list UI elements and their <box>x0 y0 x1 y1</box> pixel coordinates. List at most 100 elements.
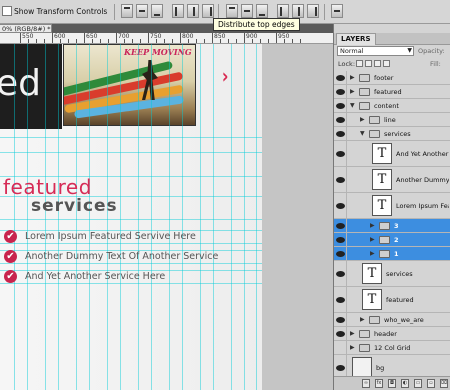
collapse-triangle-icon[interactable]: ▼ <box>350 102 355 109</box>
vertical-guide[interactable] <box>107 44 108 390</box>
align-top-edges-icon[interactable] <box>121 4 133 18</box>
vertical-guide[interactable] <box>45 44 46 390</box>
visibility-toggle[interactable] <box>334 287 347 312</box>
layer-row[interactable]: ▶ header <box>334 327 450 341</box>
visibility-toggle[interactable] <box>334 313 347 326</box>
visibility-toggle[interactable] <box>334 261 347 286</box>
layer-row[interactable]: T Another Dummy Text... <box>334 167 450 193</box>
distribute-bottom-edges-icon[interactable] <box>256 4 268 18</box>
distribute-right-edges-icon[interactable] <box>307 4 319 18</box>
collapse-triangle-icon[interactable]: ▼ <box>360 130 365 137</box>
auto-align-layers-icon[interactable] <box>331 4 343 18</box>
canvas[interactable]: ed KEEP MOVING › featured services ✔ Lor… <box>0 44 262 390</box>
expand-triangle-icon[interactable]: ▶ <box>350 88 355 95</box>
visibility-toggle[interactable] <box>334 99 347 112</box>
horizontal-guide[interactable] <box>0 219 262 220</box>
horizontal-guide[interactable] <box>0 137 262 138</box>
adjustment-icon[interactable]: ◐ <box>401 379 409 388</box>
layer-row[interactable]: Tservices <box>334 261 450 287</box>
expand-triangle-icon[interactable]: ▶ <box>370 250 375 257</box>
layers-tab[interactable]: LAYERS <box>336 33 376 45</box>
align-horizontal-centers-icon[interactable] <box>187 4 199 18</box>
expand-triangle-icon[interactable]: ▶ <box>350 330 355 337</box>
vertical-guide[interactable] <box>58 44 59 390</box>
layer-row[interactable]: ▼ content <box>334 99 450 113</box>
distribute-left-edges-icon[interactable] <box>277 4 289 18</box>
vertical-guide[interactable] <box>169 44 170 390</box>
trash-icon[interactable]: ⌧ <box>440 379 448 388</box>
layer-row[interactable]: ▶ featured <box>334 85 450 99</box>
fx-icon[interactable]: fx <box>375 379 383 388</box>
horizontal-ruler[interactable]: 550 600 650 700 750 800 850 900 950 <box>0 33 333 44</box>
vertical-guide[interactable] <box>138 44 139 390</box>
visibility-toggle[interactable] <box>334 247 347 260</box>
layer-row[interactable]: ▶ 1 <box>334 247 450 261</box>
layer-row[interactable]: T Lorem Ipsum Feature... <box>334 193 450 219</box>
visibility-toggle[interactable] <box>334 193 347 218</box>
layer-row[interactable]: ▶ 12 Col Grid <box>334 341 450 355</box>
align-bottom-edges-icon[interactable] <box>151 4 163 18</box>
vertical-guide[interactable] <box>14 44 15 390</box>
layer-row[interactable]: ▶ 2 <box>334 233 450 247</box>
new-layer-icon[interactable]: ▫ <box>427 379 435 388</box>
visibility-toggle[interactable] <box>334 167 347 192</box>
vertical-guide[interactable] <box>120 44 121 390</box>
vertical-guide[interactable] <box>182 44 183 390</box>
expand-triangle-icon[interactable]: ▶ <box>370 222 375 229</box>
horizontal-guide[interactable] <box>0 152 262 153</box>
lock-position-icon[interactable] <box>374 60 381 67</box>
expand-triangle-icon[interactable]: ▶ <box>350 74 355 81</box>
mask-icon[interactable]: ◘ <box>388 379 396 388</box>
vertical-guide[interactable] <box>151 44 152 390</box>
visibility-toggle[interactable] <box>334 219 347 232</box>
expand-triangle-icon[interactable]: ▶ <box>360 316 365 323</box>
align-right-edges-icon[interactable] <box>202 4 214 18</box>
visibility-toggle[interactable] <box>334 127 347 140</box>
layer-row[interactable]: ▶ line <box>334 113 450 127</box>
folder-icon <box>359 330 370 338</box>
align-left-edges-icon[interactable] <box>172 4 184 18</box>
ruler-tick <box>196 39 197 43</box>
distribute-vertical-centers-icon[interactable] <box>241 4 253 18</box>
vertical-guide[interactable] <box>76 44 77 390</box>
vertical-guide[interactable] <box>27 44 28 390</box>
lock-pixels-icon[interactable] <box>365 60 372 67</box>
lock-all-icon[interactable] <box>383 60 390 67</box>
align-vertical-centers-icon[interactable] <box>136 4 148 18</box>
vertical-guide[interactable] <box>200 44 201 390</box>
visibility-toggle[interactable] <box>334 113 347 126</box>
layer-row[interactable]: ▶ 3 <box>334 219 450 233</box>
visibility-toggle[interactable] <box>334 141 347 166</box>
visibility-toggle[interactable] <box>334 341 347 354</box>
visibility-toggle[interactable] <box>334 85 347 98</box>
layer-row[interactable]: ▼ services <box>334 127 450 141</box>
lock-transparency-icon[interactable] <box>356 60 363 67</box>
new-group-icon[interactable]: ▭ <box>414 379 422 388</box>
next-arrow-icon[interactable]: › <box>222 64 229 88</box>
visibility-toggle[interactable] <box>334 71 347 84</box>
vertical-guide[interactable] <box>256 44 257 390</box>
link-icon[interactable]: ∞ <box>362 379 370 388</box>
visibility-toggle[interactable] <box>334 327 347 340</box>
document-tab[interactable]: 0% (RGB/8#) * <box>0 24 52 33</box>
show-transform-checkbox[interactable] <box>2 6 12 16</box>
horizontal-guide[interactable] <box>0 263 262 264</box>
expand-triangle-icon[interactable]: ▶ <box>370 236 375 243</box>
vertical-guide[interactable] <box>213 44 214 390</box>
distribute-top-edges-icon[interactable] <box>226 4 238 18</box>
layer-row[interactable]: T And Yet Another Ser... <box>334 141 450 167</box>
visibility-toggle[interactable] <box>334 233 347 246</box>
expand-triangle-icon[interactable]: ▶ <box>360 116 365 123</box>
vertical-guide[interactable] <box>89 44 90 390</box>
layer-row[interactable]: ▶ who_we_are <box>334 313 450 327</box>
blend-mode-select[interactable]: Normal ▼ <box>337 46 414 56</box>
horizontal-guide[interactable] <box>0 243 262 244</box>
distribute-horizontal-centers-icon[interactable] <box>292 4 304 18</box>
vertical-guide[interactable] <box>231 44 232 390</box>
layer-row[interactable]: ▶ footer <box>334 71 450 85</box>
expand-triangle-icon[interactable]: ▶ <box>350 344 355 351</box>
vertical-guide[interactable] <box>244 44 245 390</box>
layer-name: footer <box>374 74 394 82</box>
layer-row[interactable]: Tfeatured <box>334 287 450 313</box>
horizontal-guide[interactable] <box>0 283 262 284</box>
